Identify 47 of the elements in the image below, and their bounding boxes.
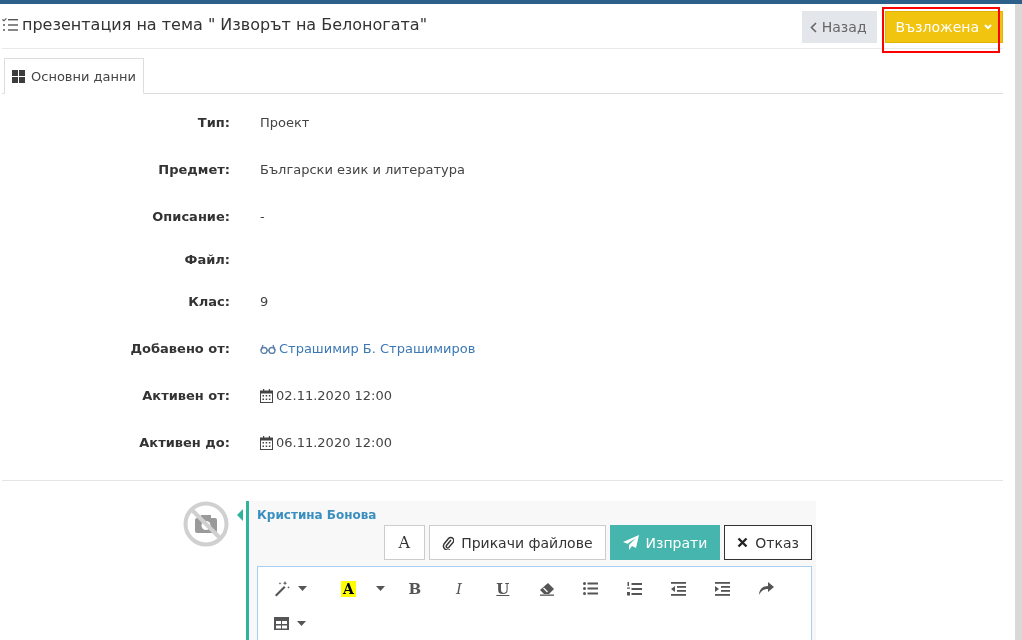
field-label: Тип: (196, 115, 230, 130)
back-button[interactable]: Назад (801, 11, 877, 43)
magic-wand-icon (274, 580, 290, 597)
table-icon (274, 617, 289, 630)
bulleted-list-icon (583, 582, 599, 595)
field-value: Български език и литература (260, 162, 465, 177)
field-label: Активен до: (138, 435, 230, 450)
date-value: 02.11.2020 12:00 (276, 388, 393, 403)
calendar-icon (260, 388, 273, 403)
field-label: Активен от: (141, 388, 230, 403)
bold-tool[interactable]: B (392, 571, 437, 606)
page-title: презентация на тема " Изворът на Белоногата" (22, 15, 427, 34)
underline-tool[interactable]: U (480, 571, 525, 606)
numbered-list-icon (627, 581, 643, 596)
glasses-icon (260, 343, 276, 354)
field-value: 9 (260, 294, 269, 309)
text-editor[interactable]: A B I U (257, 566, 812, 640)
font-button[interactable]: A (383, 525, 426, 560)
checklist-icon (2, 17, 18, 32)
chevron-left-icon (809, 21, 817, 33)
no-photo-icon (183, 501, 229, 547)
cancel-button[interactable]: Отказ (724, 525, 812, 560)
indent-icon (715, 581, 731, 596)
outdent-icon (671, 581, 687, 596)
italic-tool[interactable]: I (436, 571, 481, 606)
field-label: Добавено от: (129, 341, 230, 356)
scrollbar[interactable] (1015, 4, 1022, 640)
grid-icon (12, 69, 25, 83)
author-link[interactable]: Страшимир Б. Страшимиров (279, 341, 476, 356)
field-value: - (260, 209, 265, 224)
chevron-down-icon (984, 24, 992, 30)
field-label: Клас: (187, 294, 230, 309)
field-value: Проект (260, 115, 310, 130)
close-icon (737, 537, 749, 548)
redo-icon (759, 582, 775, 595)
comment-author: Кристина Бонова (257, 508, 378, 522)
paperclip-icon (442, 535, 455, 550)
highlight-tool[interactable]: A (315, 571, 393, 606)
eraser-icon (538, 581, 555, 596)
paper-plane-icon (622, 535, 639, 550)
attach-files-button[interactable]: Прикачи файлове (429, 525, 606, 560)
date-value: 06.11.2020 12:00 (276, 435, 393, 450)
field-label: Описание: (151, 209, 230, 224)
tab[interactable]: Основни данни (4, 58, 144, 94)
calendar-icon (260, 435, 273, 450)
field-label: Предмет: (157, 162, 230, 177)
field-label: Файл: (183, 251, 230, 267)
